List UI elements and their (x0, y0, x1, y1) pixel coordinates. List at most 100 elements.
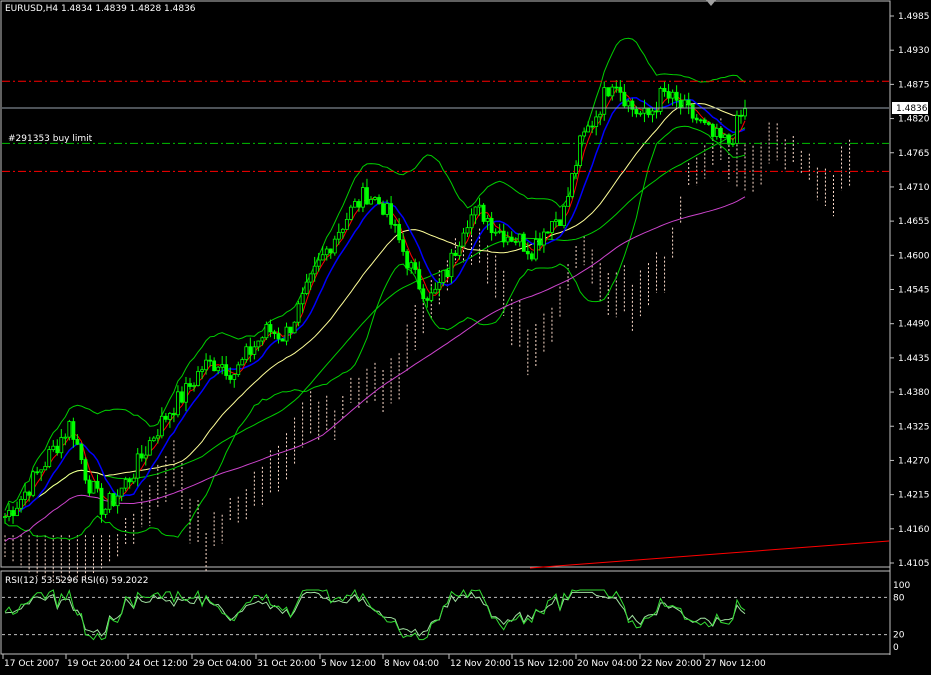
time-tick-label: 29 Oct 04:00 (193, 659, 252, 669)
price-tick-label: 1.4930 (898, 46, 930, 56)
candle-body (417, 269, 422, 290)
candle[interactable] (67, 419, 72, 441)
time-tick-label: 12 Nov 20:00 (450, 659, 511, 669)
candle[interactable] (292, 321, 297, 334)
candle-body (340, 228, 345, 233)
candle-body (147, 440, 152, 456)
candle-body (123, 478, 128, 489)
chart-canvas[interactable]: EURUSD,H4 1.4834 1.4839 1.4828 1.4836 #2… (0, 0, 931, 675)
price-tick-label: 1.4490 (898, 320, 930, 330)
candle-body (272, 331, 277, 335)
candle-body (107, 493, 112, 510)
price-tick-label: 1.4600 (898, 251, 930, 261)
candle-body (95, 480, 100, 489)
symbol-header: EURUSD,H4 1.4834 1.4839 1.4828 1.4836 (5, 4, 196, 14)
candle-body (682, 99, 687, 109)
candle-body (622, 91, 627, 107)
candle-body (216, 366, 221, 372)
candle-body (324, 248, 329, 256)
candle-body (590, 125, 595, 128)
candle-body (465, 227, 470, 234)
candle-body (582, 131, 587, 137)
candle[interactable] (735, 110, 739, 145)
candle-body (59, 437, 64, 454)
candle-body (365, 187, 369, 205)
candle-body (606, 87, 611, 97)
candle-body (111, 493, 116, 507)
candle[interactable] (296, 300, 301, 327)
time-tick-label: 17 Oct 2007 (4, 659, 60, 669)
price-tick-label: 1.4655 (898, 217, 930, 227)
candle-body (702, 119, 707, 124)
candle-body (654, 110, 659, 113)
candle[interactable] (481, 203, 486, 225)
candle[interactable] (31, 470, 36, 498)
rsi-tick-label: 80 (893, 593, 905, 603)
candle[interactable] (558, 219, 562, 227)
candle-body (674, 91, 679, 101)
candle-body (288, 326, 293, 334)
candle-body (280, 338, 285, 342)
candle-body (176, 391, 180, 416)
candle[interactable] (83, 457, 88, 484)
candle-body (180, 391, 184, 403)
candle-body (15, 507, 19, 517)
candle-body (361, 187, 365, 208)
candle-body (497, 230, 502, 233)
candle-body (618, 86, 623, 93)
candle[interactable] (521, 231, 526, 252)
candle-body (248, 346, 253, 355)
candle-body (413, 262, 418, 270)
candle-body (521, 233, 526, 252)
candle[interactable] (348, 204, 353, 221)
price-tick-label: 1.4270 (898, 456, 930, 466)
candle[interactable] (658, 86, 663, 115)
candle-body (542, 231, 546, 246)
candle-body (228, 375, 233, 380)
candle-body (220, 364, 225, 368)
candle-body (501, 230, 506, 243)
candle-body (268, 324, 273, 333)
candle-body (240, 359, 245, 366)
candle-body (304, 281, 309, 294)
candle-body (409, 262, 414, 269)
candle-body (212, 360, 217, 372)
candle[interactable] (578, 134, 583, 168)
candle-body (437, 282, 442, 290)
time-tick-label: 19 Oct 20:00 (67, 659, 126, 669)
candle[interactable] (570, 173, 574, 199)
candle-body (429, 292, 434, 301)
candle[interactable] (264, 321, 269, 340)
candle-body (292, 321, 297, 334)
candle-body (533, 238, 538, 260)
candle-body (131, 477, 136, 483)
price-tick-label: 1.4325 (898, 422, 930, 432)
price-tick-label: 1.4820 (898, 115, 930, 125)
candle[interactable] (244, 343, 249, 363)
candle-body (115, 495, 120, 507)
rsi-axis: 100 80 20 0 (893, 581, 910, 653)
candle-body (389, 203, 393, 225)
candle-body (39, 469, 44, 473)
candle[interactable] (47, 445, 52, 469)
candle-body (332, 238, 337, 254)
candle-body (75, 439, 80, 445)
candle-body (188, 383, 192, 387)
candle[interactable] (111, 493, 116, 507)
candle-body (550, 221, 554, 233)
candle-body (184, 383, 188, 403)
candle[interactable] (606, 87, 611, 98)
price-tick-label: 1.4435 (898, 354, 930, 364)
candle-body (477, 204, 482, 208)
candle-body (252, 346, 257, 355)
candle-body (159, 415, 164, 437)
candle[interactable] (710, 122, 715, 140)
candle-body (35, 471, 40, 474)
time-tick-label: 31 Oct 20:00 (257, 659, 316, 669)
candle-body (678, 99, 683, 109)
candle-body (445, 269, 450, 278)
candle-body (594, 116, 599, 127)
candle[interactable] (91, 480, 96, 494)
candle-body (710, 124, 715, 137)
candle[interactable] (562, 204, 566, 229)
